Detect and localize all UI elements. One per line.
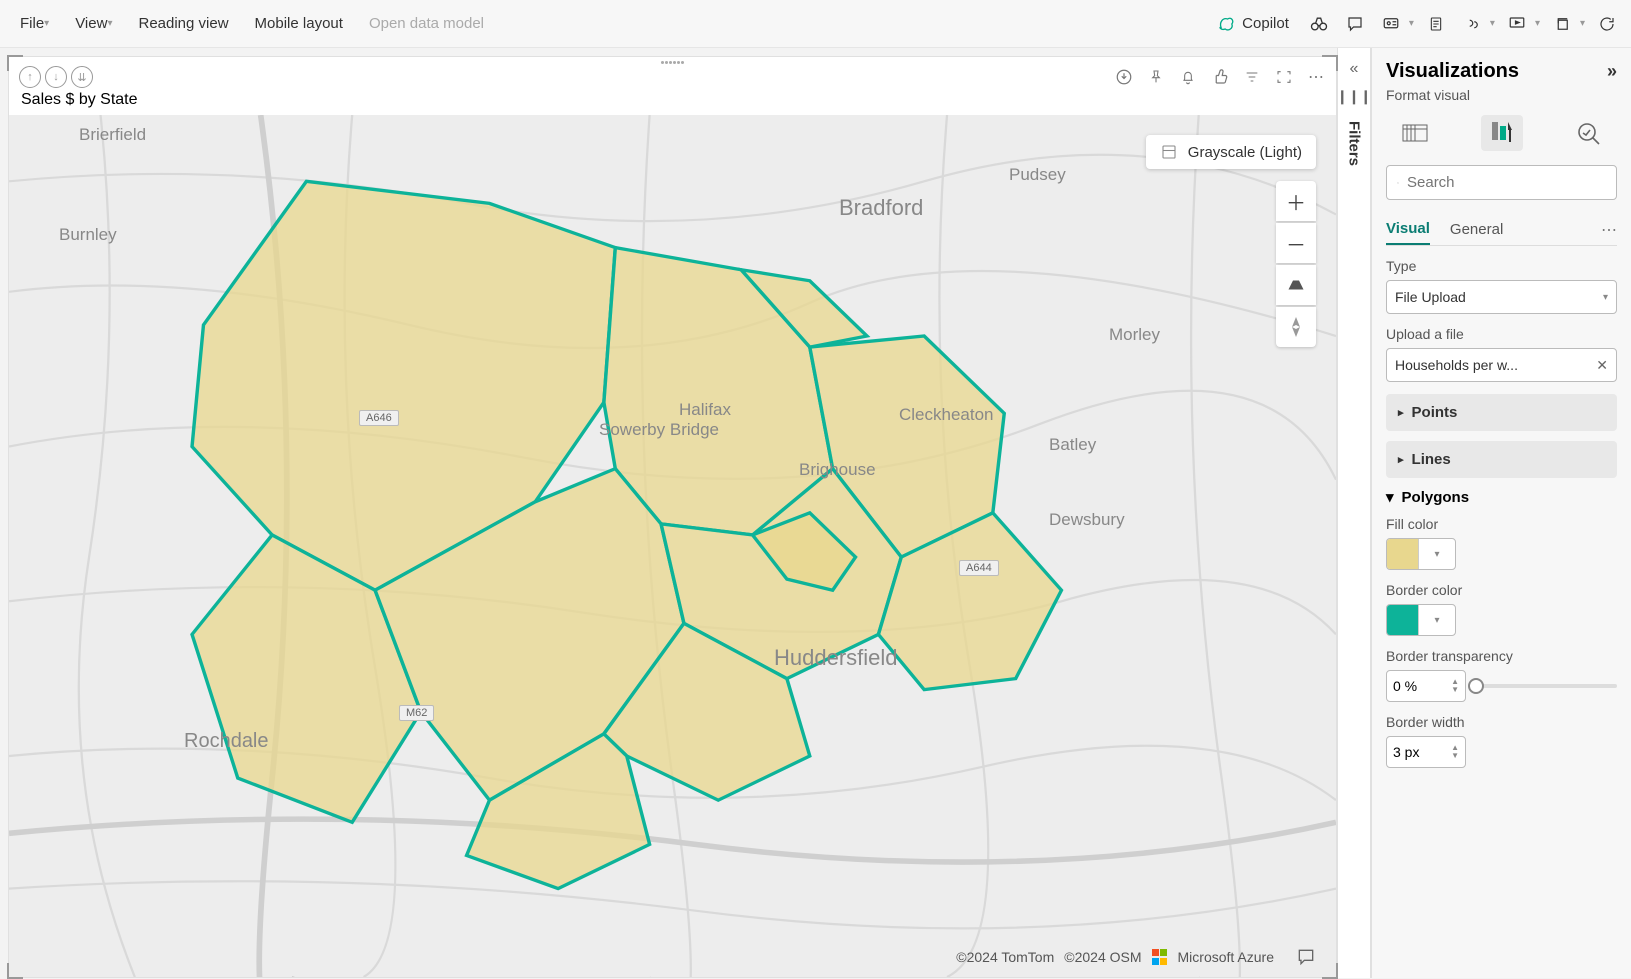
menu-view[interactable]: View▾	[63, 9, 124, 38]
comment-icon[interactable]	[1341, 10, 1369, 38]
filter-icon[interactable]	[1242, 67, 1262, 87]
road-badge: A646	[359, 410, 399, 426]
window-icon[interactable]	[1548, 10, 1576, 38]
border-color-picker[interactable]: ▾	[1386, 604, 1456, 636]
feedback-icon[interactable]	[1296, 947, 1316, 967]
border-color-label: Border color	[1386, 582, 1617, 598]
map-label: Halifax	[679, 400, 731, 420]
microsoft-logo-icon	[1152, 949, 1168, 965]
tab-visual[interactable]: Visual	[1386, 214, 1430, 245]
fill-color-picker[interactable]: ▾	[1386, 538, 1456, 570]
copilot-button[interactable]: Copilot	[1208, 10, 1297, 38]
tab-general[interactable]: General	[1450, 215, 1503, 244]
notes-icon[interactable]	[1422, 10, 1450, 38]
menu-open-data-model: Open data model	[357, 9, 496, 38]
polygons-accordion[interactable]: ▾Polygons	[1386, 488, 1617, 506]
border-transparency-label: Border transparency	[1386, 648, 1617, 664]
menu-reading-view[interactable]: Reading view	[126, 9, 240, 38]
type-label: Type	[1386, 258, 1617, 274]
map-label: Brighouse	[799, 460, 876, 480]
chevron-down-icon[interactable]: ▾	[1580, 18, 1585, 29]
map-label: Bradford	[839, 195, 923, 221]
focus-icon[interactable]	[1274, 67, 1294, 87]
bell-icon[interactable]	[1178, 67, 1198, 87]
map-label: Morley	[1109, 325, 1160, 345]
map-label: Burnley	[59, 225, 117, 245]
filters-rail: « ❙❙❙ Filters	[1337, 48, 1371, 978]
drilldown-icon[interactable]: ↓	[45, 66, 67, 88]
zoom-out-button[interactable]: －	[1276, 223, 1316, 263]
clear-file-button[interactable]: ✕	[1596, 357, 1608, 374]
upload-label: Upload a file	[1386, 326, 1617, 342]
drag-handle-icon[interactable]	[661, 61, 685, 67]
compass-button[interactable]	[1276, 307, 1316, 347]
fill-color-label: Fill color	[1386, 516, 1617, 532]
search-input[interactable]	[1386, 165, 1617, 200]
panel-subtitle: Format visual	[1386, 87, 1617, 103]
road-badge: A644	[959, 560, 999, 576]
border-width-label: Border width	[1386, 714, 1617, 730]
points-accordion[interactable]: ▸Points	[1386, 394, 1617, 431]
menu-file[interactable]: File▾	[8, 9, 61, 38]
more-icon[interactable]: ⋯	[1306, 67, 1326, 87]
map-style-chip[interactable]: Grayscale (Light)	[1146, 135, 1316, 169]
binoculars-icon[interactable]	[1305, 10, 1333, 38]
map-attribution: ©2024 TomTom ©2024 OSM Microsoft Azure	[956, 947, 1316, 967]
refresh-icon[interactable]	[1593, 10, 1621, 38]
build-visual-tab[interactable]	[1394, 115, 1436, 151]
format-visual-tab[interactable]	[1481, 115, 1523, 151]
visual-title: Sales $ by State	[21, 91, 1348, 109]
map-label: Sowerby Bridge	[599, 420, 719, 440]
expand-panel-button[interactable]: »	[1607, 61, 1617, 82]
report-canvas: ↑ ↓ ⇊ ⋯ Sales $ by State	[8, 56, 1337, 978]
border-transparency-slider[interactable]	[1476, 684, 1617, 688]
type-select[interactable]: File Upload▾	[1386, 280, 1617, 314]
map-label: Batley	[1049, 435, 1096, 455]
map-label: Cleckheaton	[899, 405, 994, 425]
zoom-in-button[interactable]: ＋	[1276, 181, 1316, 221]
link-icon[interactable]	[1458, 10, 1486, 38]
panel-title: Visualizations»	[1386, 60, 1617, 83]
menu-mobile-layout[interactable]: Mobile layout	[243, 9, 355, 38]
layers-icon	[1160, 143, 1178, 161]
drillup-icon[interactable]: ↑	[19, 66, 41, 88]
download-icon[interactable]	[1114, 67, 1134, 87]
chevron-down-icon[interactable]: ▾	[1409, 18, 1414, 29]
visualizations-panel: Visualizations» Format visual Visual Gen…	[1371, 48, 1631, 978]
top-toolbar: File▾ View▾ Reading view Mobile layout O…	[0, 0, 1631, 48]
filters-label: Filters	[1346, 121, 1363, 166]
map-label: Brierfield	[79, 125, 146, 145]
border-width-input[interactable]: 3 px▲▼	[1386, 736, 1466, 768]
copilot-icon	[1216, 14, 1236, 34]
chevron-down-icon[interactable]: ▾	[1535, 18, 1540, 29]
pitch-button[interactable]	[1276, 265, 1316, 305]
analytics-tab[interactable]	[1568, 115, 1610, 151]
expand-level-icon[interactable]: ⇊	[71, 66, 93, 88]
map-label: Dewsbury	[1049, 510, 1125, 530]
map-label: Rochdale	[184, 730, 269, 753]
present-icon[interactable]	[1503, 10, 1531, 38]
expand-filters-button[interactable]: «	[1350, 60, 1359, 78]
more-options-button[interactable]: ⋯	[1601, 220, 1617, 240]
azure-map[interactable]: Brierfield Burnley Bradford Pudsey Morle…	[9, 115, 1336, 977]
map-label: Pudsey	[1009, 165, 1066, 185]
pin-icon[interactable]	[1146, 67, 1166, 87]
thumbsup-icon[interactable]	[1210, 67, 1230, 87]
border-transparency-input[interactable]: 0 %▲▼	[1386, 670, 1466, 702]
map-label: Huddersfield	[774, 645, 898, 671]
chevron-down-icon[interactable]: ▾	[1490, 18, 1495, 29]
upload-file-field[interactable]: Households per w...✕	[1386, 348, 1617, 382]
search-icon	[1397, 175, 1399, 191]
persona-icon[interactable]	[1377, 10, 1405, 38]
lines-accordion[interactable]: ▸Lines	[1386, 441, 1617, 478]
road-badge: M62	[399, 705, 434, 721]
